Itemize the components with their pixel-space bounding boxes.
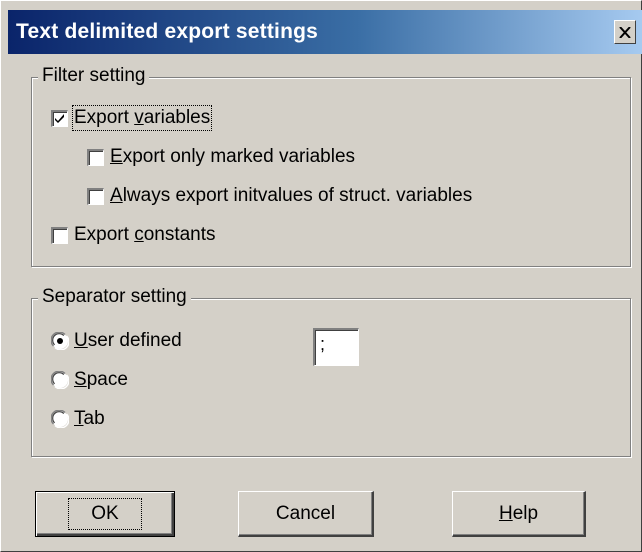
filter-setting-legend: Filter setting	[38, 65, 150, 87]
separator-setting-legend: Separator setting	[38, 286, 191, 308]
radio-empty-icon	[50, 370, 70, 390]
space-label: Space	[74, 369, 128, 390]
always-export-checkbox[interactable]: Always export initvalues of struct. vari…	[87, 183, 472, 209]
radio-selected-icon	[50, 331, 70, 351]
export-variables-checkbox[interactable]: Export variables	[51, 105, 213, 131]
title-bar[interactable]: Text delimited export settings	[8, 10, 642, 54]
always-export-check-box[interactable]	[87, 187, 104, 205]
export-marked-check-box[interactable]	[87, 148, 104, 166]
export-marked-label: Export only marked variables	[110, 146, 356, 167]
export-variables-check-box[interactable]	[51, 109, 68, 127]
radio-empty-icon	[50, 409, 70, 429]
always-export-label: Always export initvalues of struct. vari…	[110, 185, 473, 206]
close-icon	[619, 26, 631, 38]
export-constants-label: Export constants	[74, 224, 216, 245]
window-title: Text delimited export settings	[16, 20, 318, 43]
user-defined-radio[interactable]: User defined	[50, 328, 182, 354]
separator-input[interactable]: ;	[313, 328, 359, 366]
help-button[interactable]: Help	[452, 491, 586, 537]
export-variables-label: Export variables	[71, 105, 213, 131]
tab-label: Tab	[74, 408, 105, 429]
space-radio-button[interactable]	[50, 370, 70, 390]
export-constants-check-box[interactable]	[51, 226, 68, 244]
cancel-button[interactable]: Cancel	[238, 491, 374, 537]
tab-radio[interactable]: Tab	[50, 406, 105, 432]
user-defined-radio-button[interactable]	[50, 331, 70, 351]
space-radio[interactable]: Space	[50, 367, 128, 393]
export-marked-checkbox[interactable]: Export only marked variables	[87, 144, 355, 170]
close-button[interactable]	[614, 20, 636, 44]
export-settings-dialog: Text delimited export settings Filter se…	[0, 0, 642, 552]
user-defined-label: User defined	[74, 330, 182, 351]
checkmark-icon	[55, 113, 64, 123]
ok-button-label: OK	[68, 498, 142, 530]
help-button-label: Help	[498, 502, 539, 524]
ok-button[interactable]: OK	[35, 491, 175, 537]
cancel-button-label: Cancel	[275, 502, 336, 524]
tab-radio-button[interactable]	[50, 409, 70, 429]
export-constants-checkbox[interactable]: Export constants	[51, 222, 216, 248]
